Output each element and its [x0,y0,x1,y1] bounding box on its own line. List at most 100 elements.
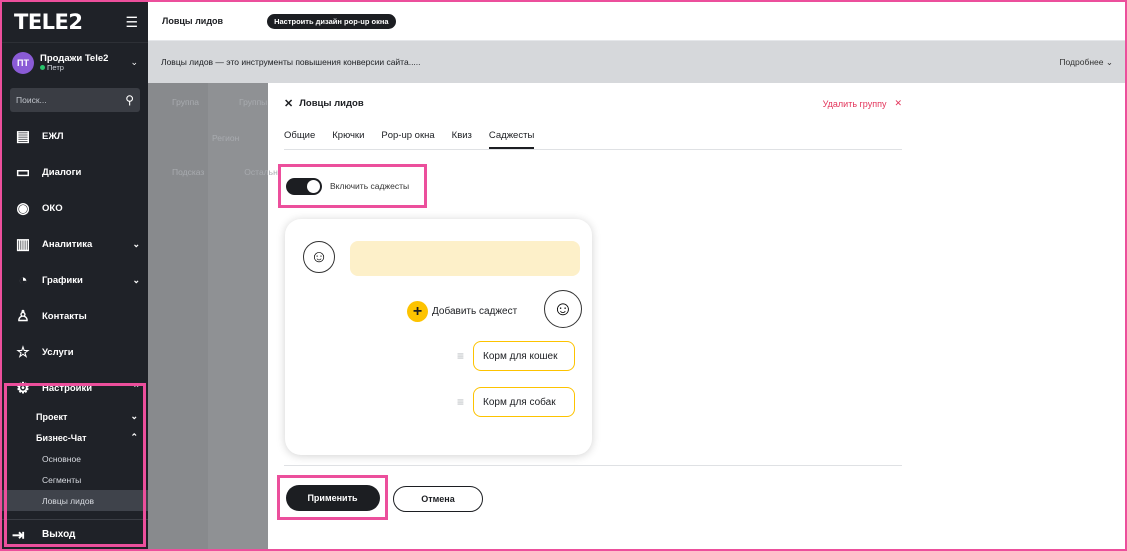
more-link-label: Подробнее [1059,56,1104,67]
sidebar-item-label: ЕЖЛ [42,130,64,142]
background-cell: Подсказ [172,167,205,177]
suggestion-chip[interactable]: Корм для собак [473,387,576,417]
topbar: Ловцы лидов Настроить дизайн pop-up окна [148,2,1125,41]
drag-handle-icon[interactable]: ≡ [457,349,464,363]
sidebar-sub-label: Проект [36,411,68,422]
sidebar-item-services[interactable]: ☆ Услуги [2,334,148,370]
user-avatar-icon: ☺ [544,290,582,328]
chevron-up-icon: ⌃ [130,432,138,442]
sidebar-subsub-lead-catchers[interactable]: Ловцы лидов [2,490,148,511]
sidebar-item-label: Услуги [42,346,74,358]
suggestions-toggle-row: Включить саджесты [278,164,427,208]
tab-popups[interactable]: Pop-up окна [381,123,434,149]
sidebar-sub-label: Бизнес-Чат [36,432,87,443]
more-link[interactable]: Подробнее ⌄ [1059,57,1113,68]
logout-label: Выход [42,529,76,540]
background-shade [148,83,208,549]
apply-highlight: Применить [277,475,388,520]
user-icon: ♙ [16,308,30,325]
sidebar-item-contacts[interactable]: ♙ Контакты [2,298,148,334]
lead-catchers-panel: ✕ Ловцы лидов Удалить группу ✕ Общие Крю… [268,83,1125,549]
suggestion-item: ≡ Корм для кошек [457,341,576,371]
chevron-down-icon: ⌄ [132,274,140,285]
tab-quiz[interactable]: Квиз [452,123,472,149]
page-title: Ловцы лидов [162,16,224,26]
info-text: Ловцы лидов — это инструменты повышения … [161,57,421,67]
account-switcher[interactable]: ПТ Продажи Tele2 Петр ⌄ [2,42,148,82]
sidebar-item-label: Графики [42,274,83,286]
suggestion-item: ≡ Корм для собак [457,387,576,417]
panel-title-row: ✕ Ловцы лидов [284,97,364,110]
bar-chart-icon: ▥ [15,236,31,253]
sidebar-subsub-segments[interactable]: Сегменты [2,469,148,490]
sidebar-item-label: Настройки [42,382,93,394]
tab-hooks[interactable]: Крючки [332,123,364,149]
panel-title: Ловцы лидов [299,98,364,109]
chat-preview-card: ☺ + Добавить саджест ☺ ≡ Корм для кошек … [285,219,592,455]
delete-group-label: Удалить группу [822,98,887,109]
sidebar-item-oko[interactable]: ◉ ОКО [2,190,148,226]
sidebar-item-label: ОКО [42,202,63,214]
delete-group-button[interactable]: Удалить группу ✕ [823,98,902,109]
sidebar-item-charts[interactable]: ◔ Графики ⌄ [2,262,148,298]
sidebar-item-settings[interactable]: ⚙ Настройки ⌃ [2,370,148,406]
divider [284,465,902,466]
eye-icon: ◉ [16,200,30,217]
apply-button[interactable]: Применить [285,484,380,511]
bot-avatar-icon: ☺ [303,241,335,273]
chat-icon: ▭ [15,164,31,181]
tab-suggestions[interactable]: Саджесты [488,123,535,149]
background-cell: Регион [212,133,240,143]
background-cell: Остальн [244,167,278,177]
logout-button[interactable]: ⇥ Выход [2,519,148,549]
suggestion-chip[interactable]: Корм для кошек [473,341,576,371]
sidebar-item-ezhl[interactable]: ▤ ЕЖЛ [2,118,148,154]
close-icon[interactable]: ✕ [284,97,293,110]
search-icon[interactable]: ⚲ [125,93,134,107]
design-popup-button[interactable]: Настроить дизайн pop-up окна [267,13,396,29]
search-placeholder: Поиск... [16,95,47,105]
online-status-dot [40,64,45,70]
gear-icon: ⚙ [16,380,30,397]
background-list: Группа Группы Регион Подсказ Остальн [148,83,278,549]
suggestions-toggle[interactable] [286,177,322,195]
sidebar-item-label: Диалоги [42,166,82,178]
pie-chart-icon: ◔ [18,271,28,289]
suggestions-toggle-label: Включить саджесты [330,181,410,191]
account-info: Продажи Tele2 Петр [40,53,130,72]
add-suggestion-label: Добавить саджест [432,306,518,317]
drag-handle-icon[interactable]: ≡ [457,395,464,409]
logo-row: TELE2 ☰ [2,2,148,42]
sidebar-item-analytics[interactable]: ▥ Аналитика ⌄ [2,226,148,262]
menu-lines-icon[interactable]: ☰ [125,14,138,31]
bot-message-bubble [350,241,580,276]
search-input[interactable]: Поиск... ⚲ [10,88,140,112]
star-icon: ☆ [16,344,30,361]
sidebar-sub-project[interactable]: Проект ⌄ [2,406,148,427]
avatar: ПТ [12,51,34,74]
sidebar: TELE2 ☰ ПТ Продажи Tele2 Петр ⌄ Поиск...… [2,2,148,549]
sidebar-sub-business-chat[interactable]: Бизнес-Чат ⌃ [2,427,148,448]
chevron-down-icon: ⌄ [130,411,138,421]
panel-header: ✕ Ловцы лидов Удалить группу ✕ [284,97,902,110]
cancel-button[interactable]: Отмена [393,486,483,512]
account-user-name: Петр [47,62,64,72]
background-header-cell: Группы [238,97,268,107]
panel-tabs: Общие Крючки Pop-up окна Квиз Саджесты [284,123,902,150]
sidebar-subsub-main[interactable]: Основное [2,448,148,469]
tele2-logo: TELE2 [14,10,83,34]
tab-general[interactable]: Общие [284,123,315,149]
chevron-up-icon: ⌃ [132,382,140,393]
sidebar-item-label: Аналитика [42,238,93,250]
account-user: Петр [40,62,130,72]
close-icon: ✕ [894,98,902,108]
background-header-cell: Группа [172,97,199,107]
sidebar-item-dialogs[interactable]: ▭ Диалоги [2,154,148,190]
chevron-down-icon: ⌄ [1105,56,1113,67]
logout-icon: ⇥ [12,526,25,544]
document-icon: ▤ [15,128,31,145]
chevron-down-icon[interactable]: ⌄ [130,57,138,68]
plus-icon: + [407,301,428,322]
info-banner: Ловцы лидов — это инструменты повышения … [148,41,1125,83]
add-suggestion-button[interactable]: + Добавить саджест [407,301,517,322]
